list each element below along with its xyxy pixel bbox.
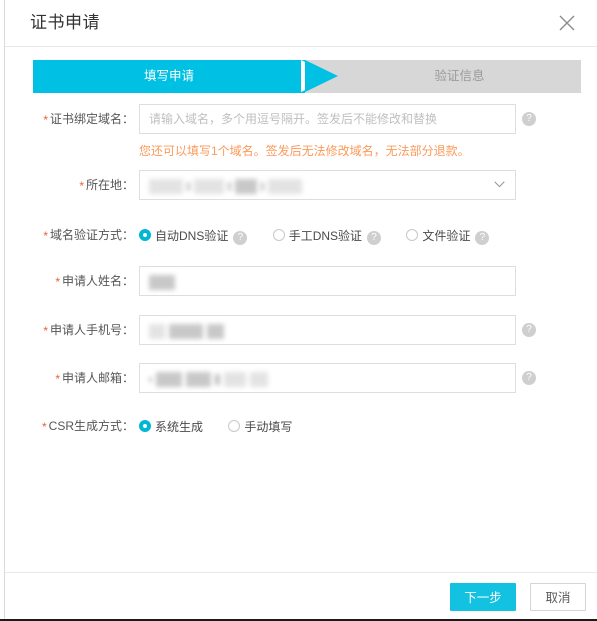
radio-dot-selected (139, 420, 151, 433)
applicant-name-wrap (139, 266, 516, 296)
radio-manual-dns[interactable]: 手工DNS验证? (272, 220, 382, 251)
manual-dns-help-icon[interactable]: ? (367, 231, 382, 246)
csr-method-radio-group: 系统生成 手动填写 (139, 411, 292, 442)
required-marker: * (43, 229, 48, 243)
required-marker: * (43, 324, 48, 338)
location-select[interactable] (139, 170, 516, 200)
form-row-applicant-name: * 申请人姓名： (0, 266, 597, 315)
applicant-phone-value-redacted (149, 322, 224, 340)
radio-auto-dns[interactable]: 自动DNS验证? (139, 220, 248, 251)
radio-auto-dns-label: 自动DNS验证 (155, 229, 229, 244)
applicant-email-value-redacted (149, 370, 268, 388)
applicant-email-help-icon[interactable]: ? (522, 371, 536, 385)
radio-dot-selected (139, 229, 151, 242)
cancel-button[interactable]: 取消 (530, 583, 586, 611)
close-icon[interactable] (553, 9, 581, 37)
form-row-csr-method: * CSR生成方式： 系统生成 手动填写 (0, 411, 597, 451)
required-marker: * (79, 179, 84, 193)
dialog-header: 证书申请 (5, 0, 597, 47)
certificate-application-dialog: 证书申请 填写申请 验证信息 *证书绑定域名： ? (0, 0, 597, 621)
required-marker: * (55, 275, 60, 289)
form-row-applicant-email: * 申请人邮箱： ? (0, 363, 597, 411)
radio-system-generate-label: 系统生成 (155, 420, 204, 435)
verify-method-radio-group: 自动DNS验证? 手工DNS验证? 文件验证? (139, 220, 490, 251)
applicant-name-value-redacted (149, 273, 175, 291)
label-domain-text: 证书绑定域名： (49, 112, 134, 126)
applicant-phone-input[interactable] (139, 315, 516, 345)
radio-file-verify[interactable]: 文件验证? (406, 220, 490, 251)
required-marker: * (41, 420, 47, 434)
dialog-footer: 下一步 取消 (0, 573, 597, 619)
applicant-phone-help-icon[interactable]: ? (522, 323, 536, 337)
label-applicant-name-text: 申请人姓名： (61, 274, 134, 288)
form-row-domain-warning: 您还可以填写1个域名。签发后无法修改域名，无法部分退款。 (0, 142, 597, 170)
label-csr-method-text: CSR生成方式： (48, 419, 134, 433)
label-domain: * 证书绑定域名： (0, 104, 134, 135)
label-location: * 所在地： (0, 170, 134, 201)
label-verify-method: * 域名验证方式： (0, 220, 134, 251)
location-select-wrap (139, 170, 516, 200)
application-form: *证书绑定域名： ? 您还可以填写1个域名。签发后无法修改域名，无法部分退款。 … (0, 104, 597, 451)
step-1-label: 填写申请 (143, 69, 194, 83)
form-row-domain: *证书绑定域名： ? (0, 104, 597, 142)
next-step-button[interactable]: 下一步 (450, 583, 516, 611)
radio-manual-fill[interactable]: 手动填写 (228, 411, 292, 442)
label-location-text: 所在地： (85, 178, 134, 192)
dialog-title: 证书申请 (30, 13, 100, 32)
chevron-down-icon (494, 181, 505, 188)
file-verify-help-icon[interactable]: ? (475, 231, 490, 246)
radio-dot (272, 229, 285, 242)
label-applicant-phone: * 申请人手机号： (0, 315, 134, 346)
radio-file-verify-label: 文件验证 (422, 229, 471, 244)
applicant-email-wrap (139, 363, 516, 393)
domain-input-wrap (139, 104, 516, 134)
domain-input[interactable] (139, 104, 516, 134)
label-applicant-email: * 申请人邮箱： (0, 363, 134, 394)
label-applicant-phone-text: 申请人手机号： (49, 323, 134, 337)
step-item-verify-info[interactable]: 验证信息 (338, 60, 581, 93)
domain-warning-text: 您还可以填写1个域名。签发后无法修改域名，无法部分退款。 (139, 144, 470, 158)
applicant-phone-wrap (139, 315, 516, 345)
applicant-email-input[interactable] (139, 363, 516, 393)
location-value-redacted (149, 177, 302, 195)
radio-manual-fill-label: 手动填写 (244, 420, 293, 435)
applicant-name-input[interactable] (139, 266, 516, 296)
step-2-label: 验证信息 (434, 69, 485, 83)
label-verify-method-text: 域名验证方式： (49, 228, 134, 242)
form-row-verify-method: * 域名验证方式： 自动DNS验证? 手工DNS验证? 文件验证? (0, 220, 597, 266)
domain-help-icon[interactable]: ? (522, 112, 536, 126)
radio-system-generate[interactable]: 系统生成 (139, 411, 203, 442)
radio-dot (406, 229, 419, 242)
label-applicant-name: * 申请人姓名： (0, 266, 134, 297)
form-row-location: * 所在地： (0, 170, 597, 220)
auto-dns-help-icon[interactable]: ? (233, 231, 248, 246)
label-applicant-email-text: 申请人邮箱： (61, 371, 134, 385)
label-csr-method: * CSR生成方式： (0, 411, 134, 442)
required-marker: * (43, 113, 48, 127)
radio-manual-dns-label: 手工DNS验证 (288, 229, 363, 244)
required-marker: * (55, 372, 60, 386)
radio-dot (228, 420, 241, 433)
step-indicator: 填写申请 验证信息 (33, 60, 581, 93)
form-row-applicant-phone: * 申请人手机号： ? (0, 315, 597, 363)
step-item-fill-application[interactable]: 填写申请 (33, 60, 305, 93)
step-arrow-active (305, 60, 338, 92)
